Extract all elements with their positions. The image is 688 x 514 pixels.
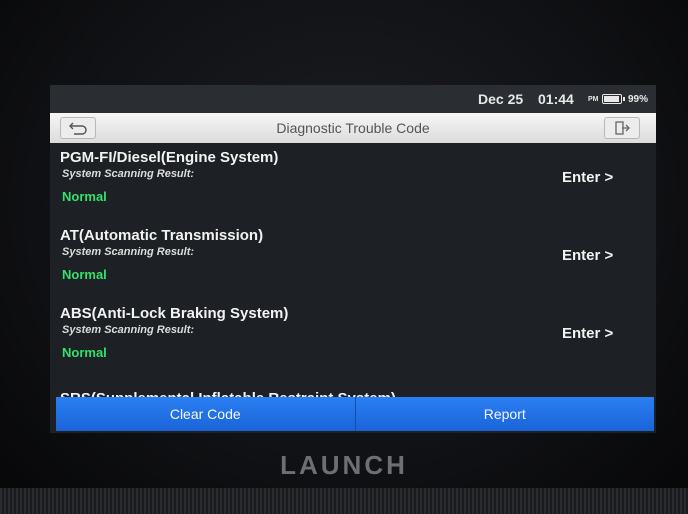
scan-result-label: System Scanning Result: (62, 324, 195, 336)
status-bar: Dec 25 01:44 PM 99% (50, 85, 656, 113)
system-name: ABS(Anti-Lock Braking System) (60, 305, 289, 322)
enter-button[interactable]: Enter > (562, 169, 613, 186)
clear-code-button[interactable]: Clear Code (56, 397, 355, 431)
system-item-abs[interactable]: ABS(Anti-Lock Braking System) System Sca… (50, 299, 656, 377)
scan-status: Normal (62, 189, 107, 204)
scan-result-label: System Scanning Result: (62, 246, 195, 258)
system-item-transmission[interactable]: AT(Automatic Transmission) System Scanni… (50, 221, 656, 299)
system-item-engine[interactable]: PGM-FI/Diesel(Engine System) System Scan… (50, 143, 656, 221)
status-date: Dec 25 (478, 91, 524, 107)
exit-button[interactable] (604, 117, 640, 139)
system-name: AT(Automatic Transmission) (60, 227, 264, 244)
system-list[interactable]: PGM-FI/Diesel(Engine System) System Scan… (50, 143, 656, 399)
status-ampm: PM (588, 96, 599, 103)
title-bar: Diagnostic Trouble Code (50, 113, 656, 143)
report-button[interactable]: Report (354, 397, 654, 431)
status-time: 01:44 (538, 91, 574, 107)
exit-door-icon (615, 121, 630, 135)
scan-result-label: System Scanning Result: (62, 168, 195, 180)
scan-status: Normal (62, 345, 107, 360)
action-bar: Clear Code Report (56, 397, 654, 431)
battery-percent: 99% (628, 94, 649, 105)
device-screen: Dec 25 01:44 PM 99% Diagnostic Trouble C… (50, 85, 656, 433)
enter-button[interactable]: Enter > (562, 325, 613, 342)
enter-button[interactable]: Enter > (562, 247, 613, 264)
device-grip (0, 488, 688, 514)
battery-icon (602, 94, 625, 104)
system-name: PGM-FI/Diesel(Engine System) (60, 149, 279, 166)
page-title: Diagnostic Trouble Code (276, 120, 430, 136)
scan-status: Normal (62, 267, 107, 282)
brand-logo: LAUNCH (280, 450, 408, 480)
